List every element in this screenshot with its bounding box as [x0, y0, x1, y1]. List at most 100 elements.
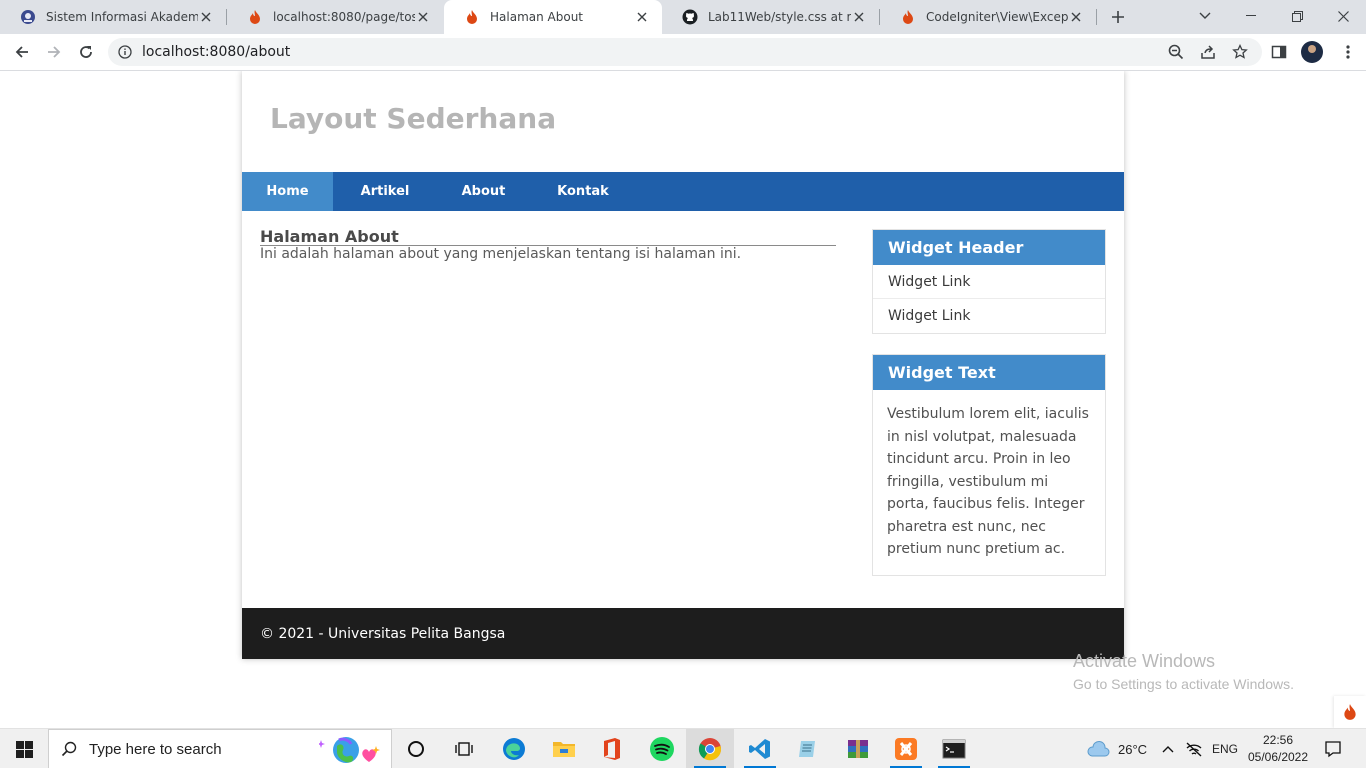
close-tab-icon[interactable]	[415, 9, 431, 25]
page-heading: Halaman About	[260, 229, 836, 246]
arrow-right-icon	[48, 46, 61, 58]
start-button[interactable]	[0, 729, 48, 768]
main-content: Halaman About Ini adalah halaman about y…	[260, 229, 836, 262]
search-placeholder: Type here to search	[89, 740, 222, 758]
cloud-icon	[1087, 741, 1110, 757]
browser-toolbar: localhost:8080/about	[0, 34, 1366, 71]
windows-logo-icon	[15, 740, 33, 758]
browser-tab-strip: Sistem Informasi Akademik localhost:8080…	[0, 0, 1366, 34]
office-icon[interactable]	[588, 729, 636, 768]
notepad-icon[interactable]	[784, 729, 832, 768]
menu-button[interactable]	[1334, 38, 1362, 66]
codeigniter-flame-icon	[464, 9, 480, 25]
widget-header: Widget Text	[873, 355, 1105, 390]
close-tab-icon[interactable]	[634, 9, 650, 25]
tab-codeigniter-exceptions[interactable]: CodeIgniter\View\Exceptions	[880, 0, 1096, 34]
page-viewport: Layout Sederhana Home Artikel About Kont…	[0, 71, 1366, 728]
back-button[interactable]	[8, 38, 36, 66]
tab-search-button[interactable]	[1182, 0, 1228, 32]
cortana-icon[interactable]	[392, 729, 440, 768]
clock-date: 05/06/2022	[1247, 750, 1309, 764]
widget-header: Widget Header	[873, 230, 1105, 265]
weather-temperature: 26°C	[1118, 741, 1148, 757]
tab-github-style-css[interactable]: Lab11Web/style.css at maste	[662, 0, 879, 34]
input-language[interactable]: ENG	[1212, 729, 1238, 768]
taskbar-search[interactable]: Type here to search	[48, 729, 392, 768]
arrow-left-icon	[15, 46, 28, 58]
edge-icon[interactable]	[490, 729, 538, 768]
tab-sistem-informasi-akademik[interactable]: Sistem Informasi Akademik	[0, 0, 226, 34]
main-navigation: Home Artikel About Kontak	[242, 172, 1124, 211]
chrome-icon[interactable]	[686, 729, 734, 768]
address-bar[interactable]: localhost:8080/about	[108, 38, 1262, 66]
star-icon	[1232, 44, 1248, 59]
watermark-subtitle: Go to Settings to activate Windows.	[1073, 676, 1294, 692]
chevron-down-icon	[1199, 12, 1211, 19]
winrar-icon[interactable]	[834, 729, 882, 768]
sidebar: Widget Header Widget Link Widget Link Wi…	[872, 229, 1106, 596]
search-highlight-icon	[319, 734, 383, 766]
watermark-title: Activate Windows	[1073, 651, 1216, 671]
nav-home[interactable]: Home	[242, 172, 333, 211]
page-container: Layout Sederhana Home Artikel About Kont…	[242, 71, 1124, 659]
restore-icon	[1291, 10, 1303, 22]
zoom-out-icon	[1168, 44, 1184, 60]
nav-about[interactable]: About	[437, 172, 530, 211]
reload-button[interactable]	[72, 38, 100, 66]
widget-link[interactable]: Widget Link	[873, 265, 1105, 299]
site-info-icon[interactable]	[108, 45, 142, 59]
codeigniter-flame-icon	[1344, 704, 1356, 720]
github-icon	[682, 9, 698, 25]
xampp-icon[interactable]	[882, 729, 930, 768]
vscode-icon[interactable]	[736, 729, 784, 768]
restore-button[interactable]	[1274, 0, 1320, 32]
new-tab-button[interactable]	[1108, 7, 1128, 27]
zoom-button[interactable]	[1162, 38, 1190, 66]
tab-divider	[1096, 9, 1097, 25]
close-tab-icon[interactable]	[198, 9, 214, 25]
file-explorer-icon[interactable]	[540, 729, 588, 768]
clock-time: 22:56	[1262, 733, 1294, 747]
reload-icon	[80, 46, 92, 58]
forward-button[interactable]	[40, 38, 68, 66]
minimize-button[interactable]	[1228, 0, 1274, 32]
close-tab-icon[interactable]	[1068, 9, 1084, 25]
system-clock[interactable]: 22:56 05/06/2022	[1246, 732, 1310, 766]
page-footer: © 2021 - Universitas Pelita Bangsa	[242, 608, 1124, 659]
tab-title: Sistem Informasi Akademik	[46, 10, 198, 24]
tab-title: CodeIgniter\View\Exceptions	[926, 10, 1068, 24]
share-button[interactable]	[1194, 38, 1222, 66]
share-icon	[1201, 45, 1215, 59]
codeigniter-debug-toolbar-button[interactable]	[1334, 696, 1366, 728]
weather-widget[interactable]: 26°C	[1086, 729, 1147, 768]
task-view-icon[interactable]	[440, 729, 488, 768]
url-text[interactable]: localhost:8080/about	[142, 44, 290, 60]
widget-text: Widget Text Vestibulum lorem elit, iacul…	[872, 354, 1106, 576]
nav-artikel[interactable]: Artikel	[333, 172, 437, 211]
kebab-menu-icon	[1346, 45, 1350, 59]
terminal-icon[interactable]	[930, 729, 978, 768]
tab-page-tos[interactable]: localhost:8080/page/tos/	[227, 0, 443, 34]
network-status-button[interactable]	[1185, 729, 1203, 768]
widget-link[interactable]: Widget Link	[873, 299, 1105, 333]
profile-avatar[interactable]	[1301, 41, 1323, 63]
codeigniter-flame-icon	[900, 9, 916, 25]
spotify-icon[interactable]	[638, 729, 686, 768]
university-icon	[20, 9, 36, 25]
close-tab-icon[interactable]	[851, 9, 867, 25]
close-window-button[interactable]	[1320, 0, 1366, 32]
codeigniter-flame-icon	[247, 9, 263, 25]
nav-kontak[interactable]: Kontak	[530, 172, 636, 211]
side-panel-icon	[1271, 45, 1287, 59]
activate-windows-watermark: Activate Windows Go to Settings to activ…	[1073, 651, 1294, 692]
site-title: Layout Sederhana	[270, 102, 557, 135]
show-hidden-icons-button[interactable]	[1162, 729, 1174, 768]
notification-center-button[interactable]	[1324, 729, 1342, 768]
tab-title: Halaman About	[490, 10, 584, 24]
tab-title: Lab11Web/style.css at maste	[708, 10, 851, 24]
side-panel-button[interactable]	[1265, 38, 1293, 66]
widget-text-body: Vestibulum lorem elit, iaculis in nisl v…	[887, 406, 1089, 557]
bookmark-button[interactable]	[1226, 38, 1254, 66]
plus-icon	[1112, 11, 1124, 23]
tab-halaman-about[interactable]: Halaman About	[444, 0, 662, 34]
